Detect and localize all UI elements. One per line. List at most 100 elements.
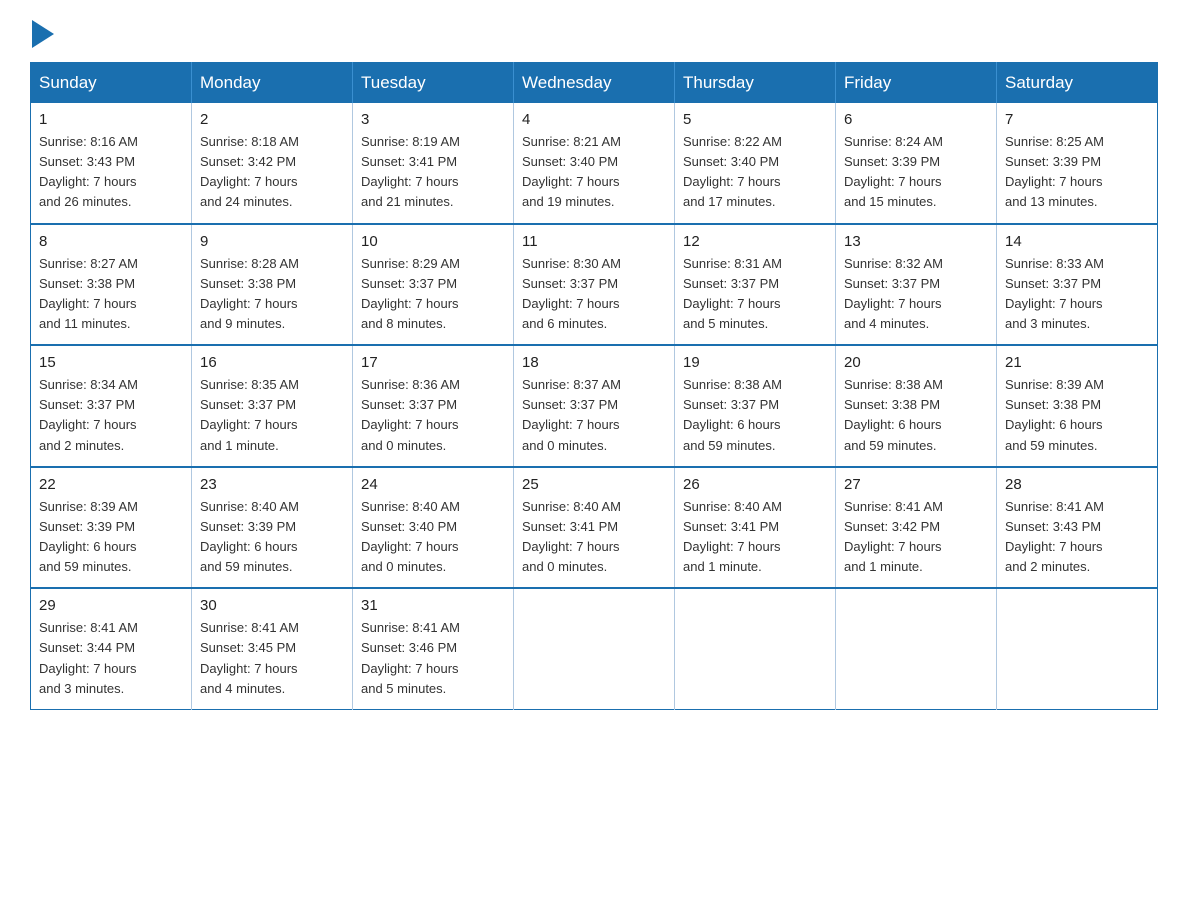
calendar-cell: 25 Sunrise: 8:40 AMSunset: 3:41 PMDaylig… xyxy=(514,467,675,589)
calendar-cell: 21 Sunrise: 8:39 AMSunset: 3:38 PMDaylig… xyxy=(997,345,1158,467)
calendar-table: SundayMondayTuesdayWednesdayThursdayFrid… xyxy=(30,62,1158,710)
day-number: 24 xyxy=(361,476,505,493)
calendar-cell: 10 Sunrise: 8:29 AMSunset: 3:37 PMDaylig… xyxy=(353,224,514,346)
calendar-header-row: SundayMondayTuesdayWednesdayThursdayFrid… xyxy=(31,63,1158,104)
day-number: 25 xyxy=(522,476,666,493)
calendar-cell: 29 Sunrise: 8:41 AMSunset: 3:44 PMDaylig… xyxy=(31,588,192,709)
day-number: 23 xyxy=(200,476,344,493)
calendar-cell: 26 Sunrise: 8:40 AMSunset: 3:41 PMDaylig… xyxy=(675,467,836,589)
day-number: 30 xyxy=(200,597,344,614)
calendar-cell: 17 Sunrise: 8:36 AMSunset: 3:37 PMDaylig… xyxy=(353,345,514,467)
calendar-cell: 1 Sunrise: 8:16 AMSunset: 3:43 PMDayligh… xyxy=(31,103,192,224)
logo xyxy=(30,20,54,44)
day-info: Sunrise: 8:30 AMSunset: 3:37 PMDaylight:… xyxy=(522,256,621,331)
calendar-cell: 3 Sunrise: 8:19 AMSunset: 3:41 PMDayligh… xyxy=(353,103,514,224)
calendar-cell: 18 Sunrise: 8:37 AMSunset: 3:37 PMDaylig… xyxy=(514,345,675,467)
day-info: Sunrise: 8:24 AMSunset: 3:39 PMDaylight:… xyxy=(844,134,943,209)
calendar-cell: 28 Sunrise: 8:41 AMSunset: 3:43 PMDaylig… xyxy=(997,467,1158,589)
day-number: 13 xyxy=(844,233,988,250)
calendar-cell: 14 Sunrise: 8:33 AMSunset: 3:37 PMDaylig… xyxy=(997,224,1158,346)
calendar-cell: 12 Sunrise: 8:31 AMSunset: 3:37 PMDaylig… xyxy=(675,224,836,346)
day-number: 4 xyxy=(522,111,666,128)
day-info: Sunrise: 8:22 AMSunset: 3:40 PMDaylight:… xyxy=(683,134,782,209)
day-info: Sunrise: 8:32 AMSunset: 3:37 PMDaylight:… xyxy=(844,256,943,331)
weekday-header-sunday: Sunday xyxy=(31,63,192,104)
day-info: Sunrise: 8:40 AMSunset: 3:40 PMDaylight:… xyxy=(361,499,460,574)
calendar-cell: 24 Sunrise: 8:40 AMSunset: 3:40 PMDaylig… xyxy=(353,467,514,589)
day-info: Sunrise: 8:38 AMSunset: 3:38 PMDaylight:… xyxy=(844,377,943,452)
day-number: 3 xyxy=(361,111,505,128)
day-number: 17 xyxy=(361,354,505,371)
calendar-cell: 8 Sunrise: 8:27 AMSunset: 3:38 PMDayligh… xyxy=(31,224,192,346)
day-info: Sunrise: 8:35 AMSunset: 3:37 PMDaylight:… xyxy=(200,377,299,452)
day-number: 7 xyxy=(1005,111,1149,128)
day-info: Sunrise: 8:28 AMSunset: 3:38 PMDaylight:… xyxy=(200,256,299,331)
day-info: Sunrise: 8:41 AMSunset: 3:46 PMDaylight:… xyxy=(361,620,460,695)
calendar-cell: 23 Sunrise: 8:40 AMSunset: 3:39 PMDaylig… xyxy=(192,467,353,589)
day-info: Sunrise: 8:25 AMSunset: 3:39 PMDaylight:… xyxy=(1005,134,1104,209)
calendar-week-row: 22 Sunrise: 8:39 AMSunset: 3:39 PMDaylig… xyxy=(31,467,1158,589)
calendar-cell: 6 Sunrise: 8:24 AMSunset: 3:39 PMDayligh… xyxy=(836,103,997,224)
calendar-cell: 5 Sunrise: 8:22 AMSunset: 3:40 PMDayligh… xyxy=(675,103,836,224)
calendar-cell: 16 Sunrise: 8:35 AMSunset: 3:37 PMDaylig… xyxy=(192,345,353,467)
calendar-cell: 19 Sunrise: 8:38 AMSunset: 3:37 PMDaylig… xyxy=(675,345,836,467)
calendar-cell: 11 Sunrise: 8:30 AMSunset: 3:37 PMDaylig… xyxy=(514,224,675,346)
day-info: Sunrise: 8:31 AMSunset: 3:37 PMDaylight:… xyxy=(683,256,782,331)
day-number: 11 xyxy=(522,233,666,250)
calendar-cell: 13 Sunrise: 8:32 AMSunset: 3:37 PMDaylig… xyxy=(836,224,997,346)
calendar-cell xyxy=(836,588,997,709)
day-number: 27 xyxy=(844,476,988,493)
day-info: Sunrise: 8:29 AMSunset: 3:37 PMDaylight:… xyxy=(361,256,460,331)
calendar-week-row: 8 Sunrise: 8:27 AMSunset: 3:38 PMDayligh… xyxy=(31,224,1158,346)
day-number: 16 xyxy=(200,354,344,371)
day-info: Sunrise: 8:16 AMSunset: 3:43 PMDaylight:… xyxy=(39,134,138,209)
calendar-week-row: 15 Sunrise: 8:34 AMSunset: 3:37 PMDaylig… xyxy=(31,345,1158,467)
day-number: 8 xyxy=(39,233,183,250)
calendar-cell xyxy=(997,588,1158,709)
day-number: 12 xyxy=(683,233,827,250)
calendar-cell: 15 Sunrise: 8:34 AMSunset: 3:37 PMDaylig… xyxy=(31,345,192,467)
day-number: 29 xyxy=(39,597,183,614)
day-info: Sunrise: 8:21 AMSunset: 3:40 PMDaylight:… xyxy=(522,134,621,209)
calendar-cell: 2 Sunrise: 8:18 AMSunset: 3:42 PMDayligh… xyxy=(192,103,353,224)
day-number: 10 xyxy=(361,233,505,250)
calendar-cell xyxy=(514,588,675,709)
calendar-cell: 22 Sunrise: 8:39 AMSunset: 3:39 PMDaylig… xyxy=(31,467,192,589)
day-info: Sunrise: 8:38 AMSunset: 3:37 PMDaylight:… xyxy=(683,377,782,452)
calendar-cell xyxy=(675,588,836,709)
day-number: 21 xyxy=(1005,354,1149,371)
day-number: 6 xyxy=(844,111,988,128)
day-info: Sunrise: 8:19 AMSunset: 3:41 PMDaylight:… xyxy=(361,134,460,209)
page-header xyxy=(30,20,1158,44)
day-number: 9 xyxy=(200,233,344,250)
day-number: 14 xyxy=(1005,233,1149,250)
day-number: 20 xyxy=(844,354,988,371)
day-info: Sunrise: 8:40 AMSunset: 3:41 PMDaylight:… xyxy=(522,499,621,574)
day-number: 26 xyxy=(683,476,827,493)
day-number: 31 xyxy=(361,597,505,614)
day-info: Sunrise: 8:18 AMSunset: 3:42 PMDaylight:… xyxy=(200,134,299,209)
day-info: Sunrise: 8:34 AMSunset: 3:37 PMDaylight:… xyxy=(39,377,138,452)
day-info: Sunrise: 8:27 AMSunset: 3:38 PMDaylight:… xyxy=(39,256,138,331)
day-number: 18 xyxy=(522,354,666,371)
calendar-cell: 7 Sunrise: 8:25 AMSunset: 3:39 PMDayligh… xyxy=(997,103,1158,224)
day-info: Sunrise: 8:39 AMSunset: 3:38 PMDaylight:… xyxy=(1005,377,1104,452)
weekday-header-wednesday: Wednesday xyxy=(514,63,675,104)
calendar-cell: 20 Sunrise: 8:38 AMSunset: 3:38 PMDaylig… xyxy=(836,345,997,467)
day-number: 2 xyxy=(200,111,344,128)
calendar-week-row: 1 Sunrise: 8:16 AMSunset: 3:43 PMDayligh… xyxy=(31,103,1158,224)
day-info: Sunrise: 8:39 AMSunset: 3:39 PMDaylight:… xyxy=(39,499,138,574)
day-info: Sunrise: 8:40 AMSunset: 3:39 PMDaylight:… xyxy=(200,499,299,574)
calendar-cell: 31 Sunrise: 8:41 AMSunset: 3:46 PMDaylig… xyxy=(353,588,514,709)
day-info: Sunrise: 8:41 AMSunset: 3:43 PMDaylight:… xyxy=(1005,499,1104,574)
calendar-cell: 4 Sunrise: 8:21 AMSunset: 3:40 PMDayligh… xyxy=(514,103,675,224)
day-number: 5 xyxy=(683,111,827,128)
day-number: 22 xyxy=(39,476,183,493)
day-info: Sunrise: 8:40 AMSunset: 3:41 PMDaylight:… xyxy=(683,499,782,574)
day-info: Sunrise: 8:36 AMSunset: 3:37 PMDaylight:… xyxy=(361,377,460,452)
day-info: Sunrise: 8:33 AMSunset: 3:37 PMDaylight:… xyxy=(1005,256,1104,331)
day-number: 15 xyxy=(39,354,183,371)
calendar-cell: 9 Sunrise: 8:28 AMSunset: 3:38 PMDayligh… xyxy=(192,224,353,346)
calendar-week-row: 29 Sunrise: 8:41 AMSunset: 3:44 PMDaylig… xyxy=(31,588,1158,709)
weekday-header-thursday: Thursday xyxy=(675,63,836,104)
